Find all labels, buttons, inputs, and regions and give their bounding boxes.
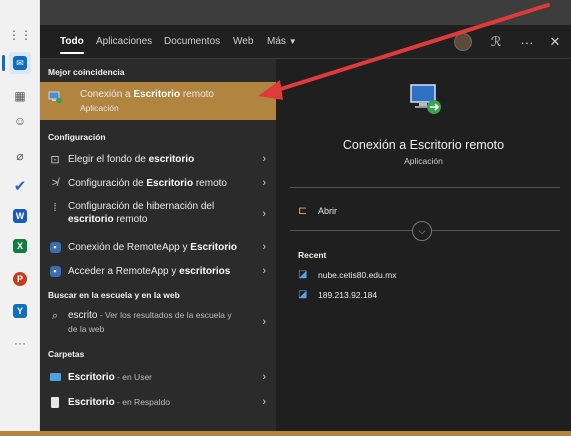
folder-item-user[interactable]: Escritorio - en User › [40, 367, 276, 387]
best-match-title-post: remoto [180, 89, 214, 100]
tab-aplicaciones[interactable]: Aplicaciones [96, 36, 152, 47]
folder-1-location: - en Respaldo [114, 397, 170, 407]
open-label: Abrir [318, 206, 338, 216]
web-search-term: escrito [68, 310, 98, 321]
close-icon[interactable]: ✕ [545, 32, 565, 52]
chevron-right-icon: › [262, 371, 266, 383]
desktop-folder-icon [48, 370, 62, 384]
settings-item-0-bold: escritorio [148, 154, 195, 165]
settings-heading: Configuración [48, 132, 106, 142]
yammer-icon[interactable]: Y [9, 300, 31, 322]
apps-grid-icon[interactable]: ⋮⋮ [8, 24, 32, 46]
settings-item-2-pre: Configuración de hibernación del [68, 201, 215, 212]
tab-mas-label: Más [267, 36, 286, 47]
tab-mas[interactable]: Más ▼ [267, 36, 297, 47]
divider [290, 187, 560, 188]
attach-icon[interactable]: ⌀ [9, 145, 31, 167]
open-icon: ⊏ [298, 205, 308, 217]
search-icon: ⌕ [51, 309, 59, 322]
feedback-icon[interactable]: ℛ [486, 32, 506, 52]
chevron-right-icon: › [262, 208, 266, 220]
best-match-item[interactable]: Conexión a Escritorio remoto Aplicación [40, 82, 276, 120]
window-top-strip [40, 0, 571, 25]
remote-desktop-icon [48, 90, 62, 104]
more-options-icon[interactable]: ··· [517, 32, 537, 52]
best-match-heading: Mejor coincidencia [48, 67, 125, 77]
people-icon[interactable]: ☺ [9, 110, 31, 132]
folders-heading: Carpetas [48, 349, 85, 359]
settings-item-background[interactable]: ⊡ Elegir el fondo de escritorio › [40, 149, 276, 169]
settings-item-1-post: remoto [193, 178, 227, 189]
open-action[interactable]: ⊏ Abrir [298, 204, 558, 220]
chevron-right-icon: › [262, 396, 266, 408]
settings-item-2-bold: escritorio [68, 214, 114, 225]
search-tabs-bar: Todo Aplicaciones Documentos Web Más ▼ ℛ… [40, 25, 571, 59]
best-match-title-bold: Escritorio [133, 89, 181, 100]
chevron-down-icon: ▼ [288, 37, 297, 46]
best-match-subtitle: Aplicación [80, 103, 119, 113]
avatar[interactable] [453, 32, 473, 52]
settings-item-remoteapp-connection[interactable]: ▪ Conexión de RemoteApp y Escritorio › [40, 237, 276, 257]
app-rail: ⋮⋮ ✉ ▦ ☺ ⌀ ✔ W X P Y ··· [0, 0, 40, 436]
recent-heading: Recent [298, 250, 327, 260]
tab-documentos[interactable]: Documentos [164, 36, 220, 47]
recent-item-0: nube.cetis80.edu.mx [318, 270, 397, 280]
remoteapp-icon: ▪ [48, 240, 62, 254]
folder-0-name: Escritorio [68, 372, 115, 383]
powerpoint-icon[interactable]: P [9, 268, 31, 290]
settings-item-3-bold: Escritorio [190, 242, 237, 253]
taskbar-accent-strip [0, 431, 571, 436]
folder-1-name: Escritorio [68, 397, 115, 408]
remote-connection-icon: ◪ [298, 289, 308, 300]
search-panel: Todo Aplicaciones Documentos Web Más ▼ ℛ… [40, 25, 571, 436]
remote-settings-icon: ≯ [51, 177, 59, 189]
chevron-right-icon: › [262, 153, 266, 165]
settings-item-remoteapp-access[interactable]: ▪ Acceder a RemoteApp y escritorios › [40, 261, 276, 281]
web-search-item[interactable]: ⌕ escrito - Ver los resultados de la esc… [40, 306, 276, 338]
settings-item-4-pre: Acceder a RemoteApp y [68, 266, 180, 277]
remoteapp-access-icon: ▪ [48, 264, 62, 278]
tab-todo[interactable]: Todo [60, 36, 84, 54]
recent-item[interactable]: ◪ nube.cetis80.edu.mx [298, 269, 558, 283]
settings-item-2-post: remoto [113, 214, 148, 225]
detail-title: Conexión a Escritorio remoto [342, 138, 505, 152]
wallpaper-icon: ⊡ [50, 153, 60, 166]
results-list: Mejor coincidencia Conexión a Escritorio… [40, 59, 276, 436]
detail-subtitle: Aplicación [404, 156, 443, 166]
settings-item-4-bold: escritorios [179, 266, 231, 277]
tab-web[interactable]: Web [233, 36, 253, 47]
settings-item-remote-desktop[interactable]: ≯ Configuración de Escritorio remoto › [40, 173, 276, 193]
expand-chevron-button[interactable]: ⌵ [412, 221, 432, 241]
web-search-suffix-2: de la web [68, 324, 105, 334]
folder-item-respaldo[interactable]: Escritorio - en Respaldo › [40, 392, 276, 412]
settings-item-3-pre: Conexión de RemoteApp y [68, 242, 191, 253]
best-match-title-pre: Conexión a [80, 89, 134, 100]
excel-icon[interactable]: X [9, 235, 31, 257]
settings-item-hibernation[interactable]: ⁞ Configuración de hibernación del escri… [40, 198, 276, 230]
file-icon [48, 395, 62, 409]
web-search-heading: Buscar en la escuela y en la web [48, 290, 180, 300]
remote-desktop-large-icon [409, 83, 443, 120]
web-search-suffix: - Ver los resultados de la escuela y [97, 310, 232, 320]
chevron-right-icon: › [262, 241, 266, 253]
settings-item-1-pre: Configuración de [68, 178, 147, 189]
chevron-right-icon: › [262, 265, 266, 277]
mail-icon[interactable]: ✉ [2, 52, 31, 74]
folder-0-location: - en User [114, 372, 153, 382]
calendar-icon[interactable]: ▦ [9, 85, 31, 107]
detail-pane: Conexión a Escritorio remoto Aplicación … [276, 59, 571, 436]
recent-item[interactable]: ◪ 189.213.92.184 [298, 289, 558, 303]
power-settings-icon: ⁞ [53, 202, 57, 214]
chevron-right-icon: › [262, 177, 266, 189]
todo-icon[interactable]: ✔ [9, 175, 31, 197]
chevron-right-icon: › [262, 316, 266, 328]
recent-item-1: 189.213.92.184 [318, 290, 378, 300]
settings-item-1-bold: Escritorio [146, 178, 194, 189]
more-apps-icon[interactable]: ··· [9, 332, 31, 354]
remote-connection-icon: ◪ [298, 269, 308, 280]
word-icon[interactable]: W [9, 205, 31, 227]
settings-item-0-pre: Elegir el fondo de [68, 154, 149, 165]
